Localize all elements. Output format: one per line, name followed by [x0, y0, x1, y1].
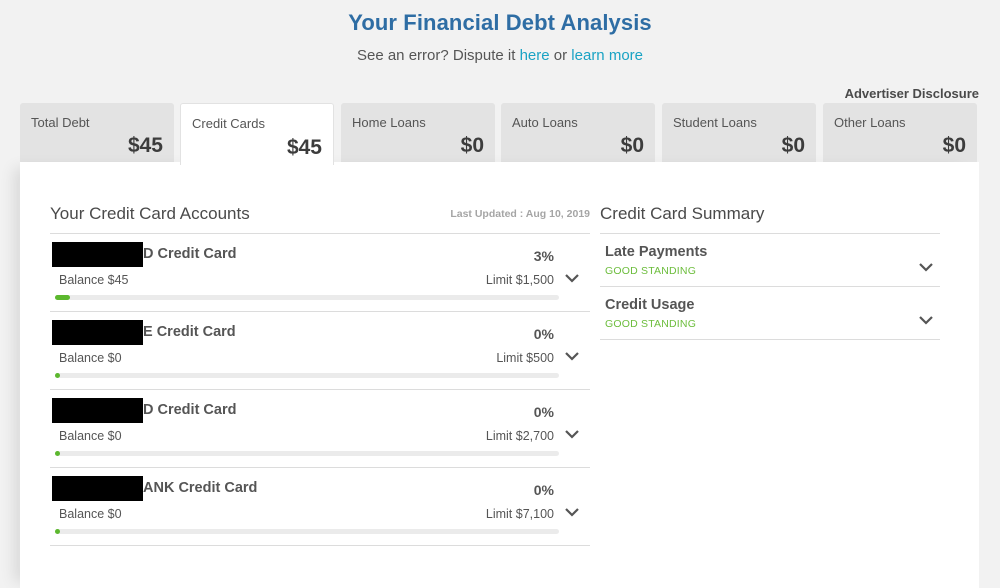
utilization-percent: 0%	[533, 404, 554, 420]
tab-label: Auto Loans	[512, 115, 578, 130]
utilization-bar	[55, 451, 559, 456]
status-badge: GOOD STANDING	[605, 318, 697, 330]
account-row[interactable]: D Credit Card 3% Balance $45 Limit $1,50…	[50, 234, 590, 312]
account-name: E Credit Card	[143, 324, 236, 340]
account-balance: Balance $45	[59, 273, 129, 287]
chevron-down-icon[interactable]	[918, 313, 934, 327]
debt-analysis-page: Your Financial Debt Analysis See an erro…	[0, 0, 1000, 588]
tab-amount: $45	[286, 136, 322, 159]
tab-total-debt[interactable]: Total Debt $45	[20, 103, 174, 163]
utilization-percent: 0%	[533, 326, 554, 342]
utilization-bar-fill	[55, 373, 60, 378]
chevron-down-icon[interactable]	[564, 505, 580, 519]
utilization-percent: 3%	[533, 248, 554, 264]
tab-amount: $45	[127, 134, 163, 157]
account-row[interactable]: E Credit Card 0% Balance $0 Limit $500	[50, 312, 590, 390]
utilization-bar-fill	[55, 295, 71, 300]
account-limit: Limit $7,100	[485, 507, 554, 521]
account-name: ANK Credit Card	[143, 480, 258, 496]
redacted-name	[52, 476, 143, 501]
tab-label: Home Loans	[352, 115, 426, 130]
chevron-down-icon[interactable]	[564, 271, 580, 285]
summary-label: Credit Usage	[605, 297, 695, 313]
summary-label: Late Payments	[605, 244, 708, 260]
summary-title: Credit Card Summary	[600, 204, 765, 223]
page-title: Your Financial Debt Analysis	[348, 10, 652, 35]
tab-label: Other Loans	[834, 115, 906, 130]
summary-item-credit-usage[interactable]: Credit Usage GOOD STANDING	[600, 287, 940, 340]
account-row[interactable]: ANK Credit Card 0% Balance $0 Limit $7,1…	[50, 468, 590, 546]
account-limit: Limit $2,700	[485, 429, 554, 443]
account-name: D Credit Card	[143, 246, 237, 262]
utilization-bar	[55, 373, 559, 378]
status-badge: GOOD STANDING	[605, 265, 697, 277]
redacted-name	[52, 320, 143, 345]
account-limit: Limit $500	[496, 351, 554, 365]
debt-category-tabs: Total Debt $45 Credit Cards $45 Home Loa…	[20, 103, 980, 165]
redacted-name	[52, 242, 143, 267]
credit-card-accounts: Your Credit Card Accounts Last Updated :…	[50, 162, 590, 546]
credit-card-summary: Credit Card Summary Late Payments GOOD S…	[600, 162, 940, 340]
redacted-name	[52, 398, 143, 423]
tab-label: Credit Cards	[192, 116, 265, 131]
utilization-percent: 0%	[533, 482, 554, 498]
chevron-down-icon[interactable]	[564, 427, 580, 441]
tab-amount: $0	[781, 134, 805, 157]
last-updated: Last Updated : Aug 10, 2019	[450, 208, 590, 220]
subtitle-prefix: See an error? Dispute it	[356, 47, 520, 64]
advertiser-disclosure-link[interactable]: Advertiser Disclosure	[845, 86, 979, 101]
learn-more-link[interactable]: learn more	[571, 47, 643, 64]
tab-amount: $0	[460, 134, 484, 157]
chevron-down-icon[interactable]	[918, 260, 934, 274]
dispute-here-link[interactable]: here	[520, 47, 550, 64]
account-row[interactable]: D Credit Card 0% Balance $0 Limit $2,700	[50, 390, 590, 468]
tab-amount: $0	[942, 134, 966, 157]
account-limit: Limit $1,500	[485, 273, 554, 287]
account-balance: Balance $0	[59, 429, 122, 443]
tab-home-loans[interactable]: Home Loans $0	[341, 103, 495, 163]
tab-label: Total Debt	[31, 115, 90, 130]
summary-item-late-payments[interactable]: Late Payments GOOD STANDING	[600, 234, 940, 287]
tab-other-loans[interactable]: Other Loans $0	[823, 103, 977, 163]
utilization-bar	[55, 529, 559, 534]
dispute-subtitle: See an error? Dispute it here or learn m…	[0, 47, 1000, 64]
utilization-bar	[55, 295, 559, 300]
chevron-down-icon[interactable]	[564, 349, 580, 363]
tab-student-loans[interactable]: Student Loans $0	[662, 103, 816, 163]
tab-auto-loans[interactable]: Auto Loans $0	[501, 103, 655, 163]
tab-label: Student Loans	[673, 115, 757, 130]
credit-cards-panel: Your Credit Card Accounts Last Updated :…	[20, 162, 979, 588]
utilization-bar-fill	[55, 451, 60, 456]
account-name: D Credit Card	[143, 402, 237, 418]
tab-amount: $0	[620, 134, 644, 157]
account-balance: Balance $0	[59, 351, 122, 365]
summary-header: Credit Card Summary	[600, 162, 940, 234]
accounts-header: Your Credit Card Accounts Last Updated :…	[50, 162, 590, 234]
utilization-bar-fill	[55, 529, 60, 534]
subtitle-middle: or	[549, 47, 572, 64]
tab-credit-cards[interactable]: Credit Cards $45	[180, 103, 334, 165]
account-balance: Balance $0	[59, 507, 122, 521]
accounts-title: Your Credit Card Accounts	[50, 204, 250, 223]
